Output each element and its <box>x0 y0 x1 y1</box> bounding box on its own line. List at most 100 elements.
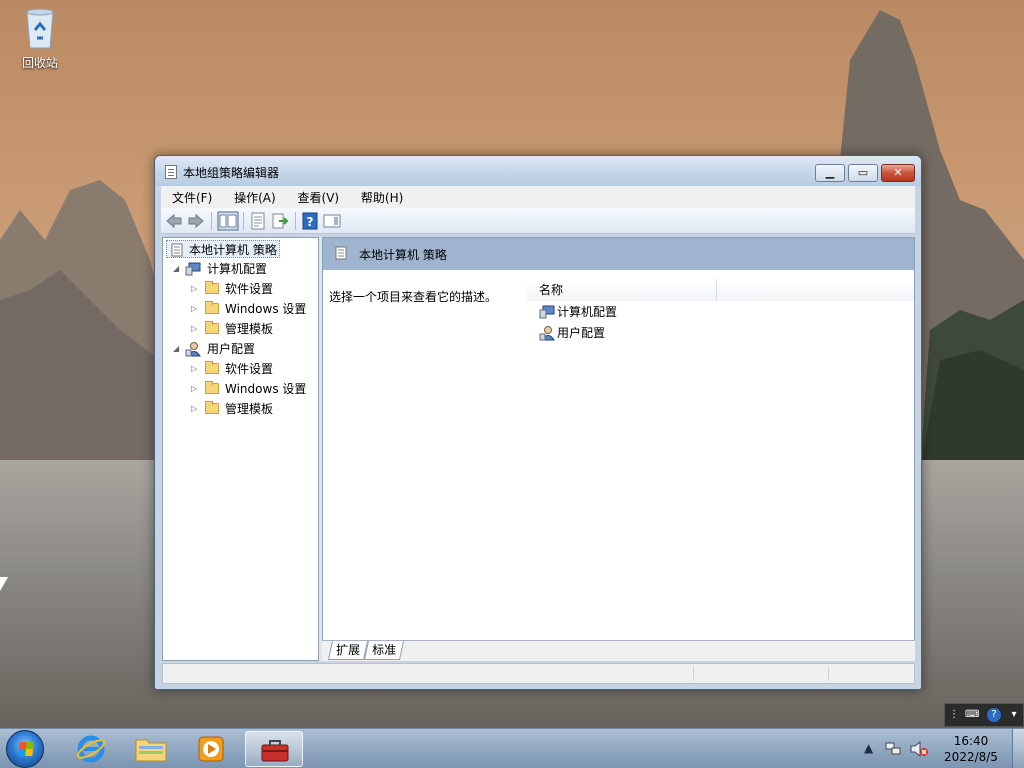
tab-standard[interactable]: 标准 <box>363 641 405 660</box>
recycle-bin-icon <box>23 6 57 50</box>
toolbar-separator <box>243 212 244 230</box>
export-list-icon[interactable] <box>271 212 289 230</box>
tree-item-label: 软件设置 <box>225 282 274 296</box>
tree-item-user-config[interactable]: ◢ 用户配置 <box>171 340 318 358</box>
network-icon[interactable] <box>885 741 901 757</box>
status-bar <box>162 663 915 684</box>
computer-icon <box>539 305 555 319</box>
collapsed-arrow-icon[interactable]: ▷ <box>191 280 197 298</box>
tab-standard-label: 标准 <box>372 643 397 657</box>
folder-icon <box>205 381 219 394</box>
options-icon[interactable]: ▾ <box>1007 708 1021 722</box>
expanded-arrow-icon[interactable]: ◢ <box>173 340 179 358</box>
folder-icon <box>135 739 167 762</box>
collapsed-arrow-icon[interactable]: ▷ <box>191 360 197 378</box>
show-hide-console-tree-icon[interactable] <box>217 211 239 231</box>
folder-icon <box>205 401 219 414</box>
close-button[interactable]: ✕ <box>881 164 915 182</box>
expanded-arrow-icon[interactable]: ◢ <box>173 260 179 278</box>
clock-date: 2022/8/5 <box>944 750 998 764</box>
user-icon <box>185 342 201 357</box>
taskbar-explorer[interactable] <box>122 731 180 767</box>
list-item-computer-config[interactable]: 计算机配置 <box>539 302 617 322</box>
folder-icon <box>205 321 219 334</box>
language-bar[interactable]: ⋮ ⌨ ? ▾ <box>944 703 1024 727</box>
policy-document-icon <box>165 165 177 179</box>
collapsed-arrow-icon[interactable]: ▷ <box>191 400 197 418</box>
tree-item-computer-config[interactable]: ◢ 计算机配置 <box>171 260 318 278</box>
tree-item-windows-settings[interactable]: ▷ Windows 设置 <box>191 300 318 318</box>
console-tree: 本地计算机 策略 ◢ 计算机配置 ▷ 软件设置 ▷ Windows 设置 ▷ 管… <box>162 237 319 661</box>
menu-view[interactable]: 查看(V) <box>287 186 347 206</box>
status-separator <box>693 667 694 681</box>
tree-item-label: 用户配置 <box>207 342 256 356</box>
recycle-bin-desktop-icon[interactable]: 回收站 <box>10 6 70 71</box>
start-button[interactable] <box>6 730 44 768</box>
tree-item-label: 软件设置 <box>225 362 274 376</box>
keyboard-icon[interactable]: ⌨ <box>965 708 979 722</box>
tree-item-windows-settings[interactable]: ▷ Windows 设置 <box>191 380 318 398</box>
tree-item-admin-templates[interactable]: ▷ 管理模板 <box>191 320 318 338</box>
show-hidden-icons-icon[interactable]: ▲ <box>864 741 873 755</box>
internet-explorer-icon <box>77 735 105 763</box>
recycle-bin-label: 回收站 <box>21 56 58 70</box>
menu-bar: 文件(F) 操作(A) 查看(V) 帮助(H) <box>161 186 915 208</box>
menu-action[interactable]: 操作(A) <box>223 186 283 206</box>
properties-icon[interactable] <box>249 212 267 230</box>
tab-extended-label: 扩展 <box>336 643 361 657</box>
computer-icon <box>185 262 201 276</box>
toolbar: ? <box>161 208 915 234</box>
list-item-label: 计算机配置 <box>557 305 618 319</box>
view-tabs: 扩展 标准 <box>322 640 915 661</box>
grip-icon[interactable]: ⋮ <box>947 708 961 722</box>
tree-item-software-settings[interactable]: ▷ 软件设置 <box>191 280 318 298</box>
policy-document-icon <box>171 243 183 257</box>
show-desktop-button[interactable] <box>1012 729 1024 768</box>
title-bar[interactable]: 本地组策略编辑器 ▁ ▭ ✕ <box>155 156 921 186</box>
help-icon[interactable]: ? <box>301 212 319 230</box>
tree-item-label: 管理模板 <box>225 322 274 336</box>
folder-icon <box>205 281 219 294</box>
help-icon[interactable]: ? <box>987 708 1001 722</box>
column-header-name[interactable]: 名称 <box>527 279 717 301</box>
forward-arrow-icon[interactable] <box>187 212 205 230</box>
taskbar-group-policy-editor[interactable] <box>245 731 303 767</box>
tree-root-label: 本地计算机 策略 <box>189 243 277 257</box>
tree-item-label: 管理模板 <box>225 402 274 416</box>
window-title: 本地组策略编辑器 <box>183 166 280 180</box>
system-clock[interactable]: 16:40 2022/8/5 <box>942 733 1000 765</box>
menu-file[interactable]: 文件(F) <box>161 186 219 206</box>
collapsed-arrow-icon[interactable]: ▷ <box>191 380 197 398</box>
tree-item-admin-templates[interactable]: ▷ 管理模板 <box>191 400 318 418</box>
toolbox-icon <box>261 740 289 762</box>
tree-item-software-settings[interactable]: ▷ 软件设置 <box>191 360 318 378</box>
minimize-button[interactable]: ▁ <box>815 164 845 182</box>
taskbar-media-player[interactable] <box>182 731 240 767</box>
media-player-icon <box>198 736 224 762</box>
collapsed-arrow-icon[interactable]: ▷ <box>191 300 197 318</box>
volume-muted-icon[interactable] <box>910 741 928 757</box>
tree-root-item[interactable]: 本地计算机 策略 <box>166 240 280 258</box>
back-arrow-icon[interactable] <box>165 212 183 230</box>
mouse-cursor-icon <box>0 577 8 591</box>
policy-document-icon <box>335 246 347 260</box>
status-separator <box>828 667 829 681</box>
column-header-empty <box>717 279 914 301</box>
taskbar: ▲ 16:40 2022/8/5 <box>0 728 1024 768</box>
show-hide-action-pane-icon[interactable] <box>323 212 341 230</box>
menu-help[interactable]: 帮助(H) <box>350 186 410 206</box>
collapsed-arrow-icon[interactable]: ▷ <box>191 320 197 338</box>
group-policy-editor-window[interactable]: 本地组策略编辑器 ▁ ▭ ✕ 文件(F) 操作(A) 查看(V) 帮助(H) ?… <box>154 155 922 690</box>
details-pane: 本地计算机 策略 选择一个项目来查看它的描述。 名称 计算机配置 用户配置 <box>322 237 915 661</box>
taskbar-ie[interactable] <box>62 731 120 767</box>
folder-icon <box>205 361 219 374</box>
svg-text:?: ? <box>307 215 314 229</box>
list-item-label: 用户配置 <box>557 326 606 340</box>
tree-item-label: 计算机配置 <box>207 262 268 276</box>
tab-extended[interactable]: 扩展 <box>327 641 369 660</box>
clock-time: 16:40 <box>953 734 989 748</box>
list-item-user-config[interactable]: 用户配置 <box>539 323 605 343</box>
maximize-button[interactable]: ▭ <box>848 164 878 182</box>
tree-item-label: Windows 设置 <box>225 302 307 316</box>
details-header: 本地计算机 策略 <box>323 238 914 270</box>
